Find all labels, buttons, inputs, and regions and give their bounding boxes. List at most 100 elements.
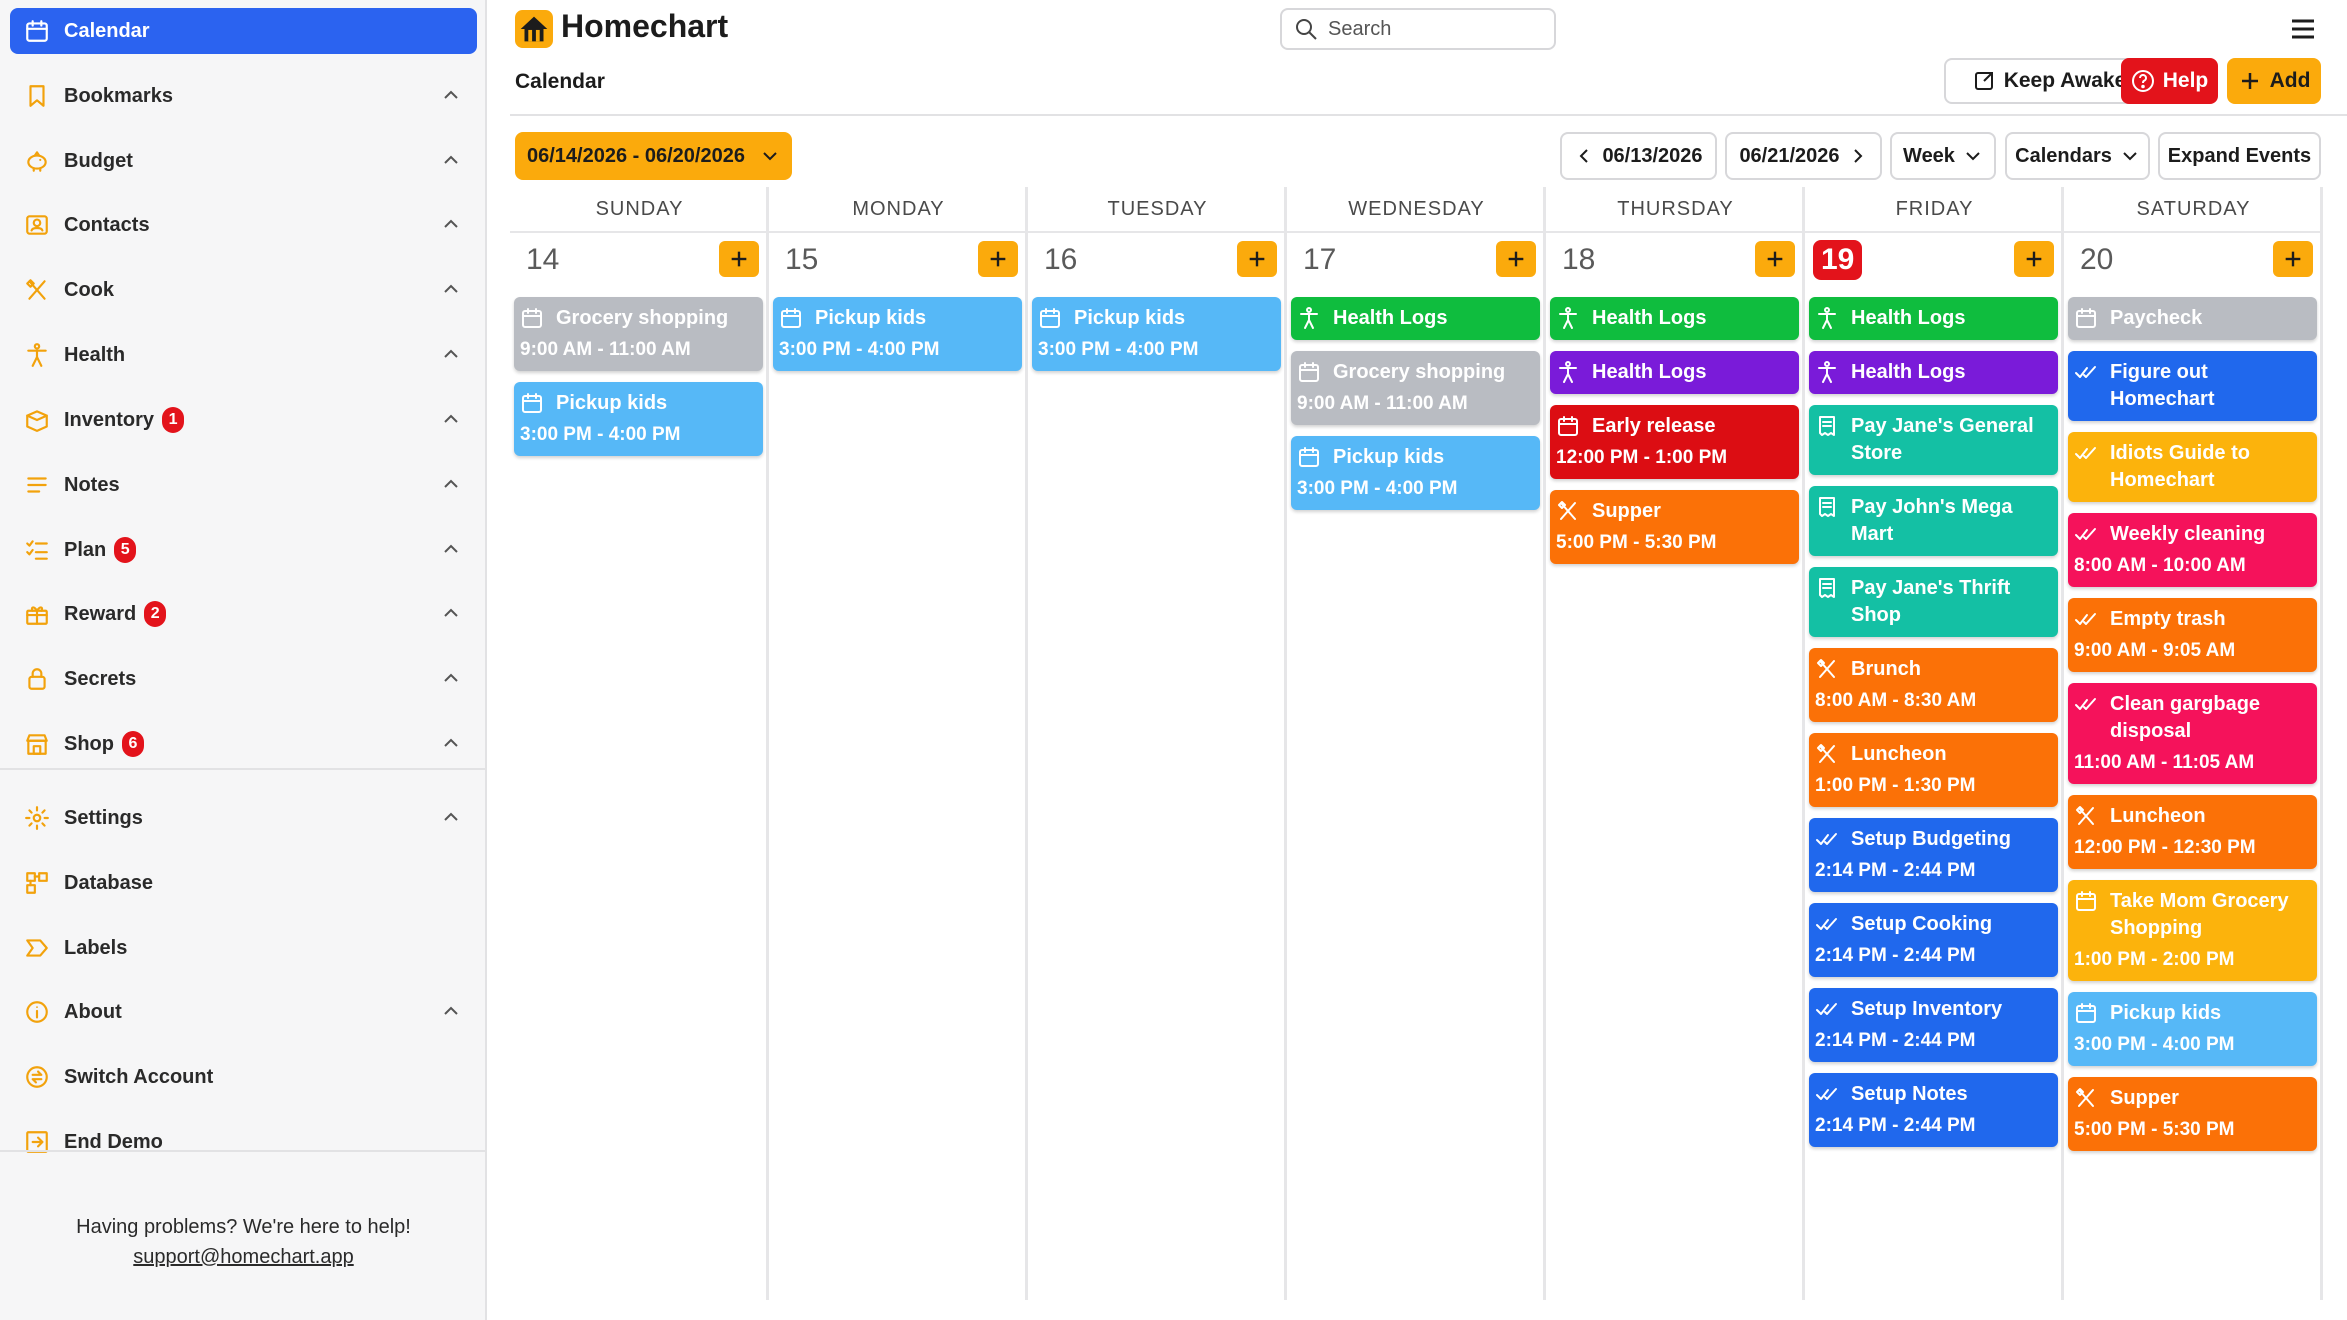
sidebar-item-database[interactable]: Database <box>10 860 477 906</box>
week-calendar-grid: SUNDAY 14 Grocery shopping 9:00 AM - 11:00 … <box>510 187 2327 1300</box>
sidebar-item-cook[interactable]: Cook <box>10 267 477 313</box>
sidebar-item-notes[interactable]: Notes <box>10 462 477 508</box>
add-event-button[interactable] <box>978 241 1018 277</box>
add-event-button[interactable] <box>719 241 759 277</box>
help-label: Help <box>2162 69 2209 92</box>
plus-icon <box>2285 251 2301 267</box>
sidebar-item-plan[interactable]: Plan 5 <box>10 527 477 573</box>
event-card[interactable]: Pay John's Mega Mart <box>1809 486 2058 556</box>
event-card[interactable]: Idiots Guide to Homechart <box>2068 432 2317 502</box>
sidebar-item-labels[interactable]: Labels <box>10 925 477 971</box>
add-event-button[interactable] <box>2273 241 2313 277</box>
sidebar-item-reward[interactable]: Reward 2 <box>10 591 477 637</box>
date-number[interactable]: 18 <box>1562 240 1595 280</box>
event-card[interactable]: Take Mom Grocery Shopping 1:00 PM - 2:00 … <box>2068 880 2317 981</box>
sidebar-item-calendar[interactable]: Calendar <box>10 8 477 54</box>
event-card[interactable]: Health Logs <box>1550 351 1799 394</box>
add-event-button[interactable] <box>2014 241 2054 277</box>
add-event-button[interactable] <box>1237 241 1277 277</box>
chevron-up-icon[interactable] <box>439 666 463 690</box>
chevron-up-icon[interactable] <box>439 83 463 107</box>
sidebar-item-health[interactable]: Health <box>10 332 477 378</box>
expand-events-button[interactable]: Expand Events <box>2158 132 2321 180</box>
search-input[interactable]: Search <box>1280 8 1556 50</box>
plus-icon <box>1767 251 1783 267</box>
event-card[interactable]: Health Logs <box>1291 297 1540 340</box>
event-card[interactable]: Health Logs <box>1809 297 2058 340</box>
previous-week-button[interactable]: 06/13/2026 <box>1560 132 1717 180</box>
sidebar-item-shop[interactable]: Shop 6 <box>10 721 477 767</box>
checkmarks-icon <box>2074 360 2100 386</box>
chevron-up-icon[interactable] <box>439 999 463 1023</box>
date-number[interactable]: 17 <box>1303 240 1336 280</box>
event-card[interactable]: Pickup kids 3:00 PM - 4:00 PM <box>773 297 1022 371</box>
sidebar-item-bookmarks[interactable]: Bookmarks <box>10 73 477 119</box>
event-card[interactable]: Setup Cooking 2:14 PM - 2:44 PM <box>1809 903 2058 977</box>
sidebar-item-end-demo[interactable]: End Demo <box>10 1119 477 1165</box>
event-card[interactable]: Pickup kids 3:00 PM - 4:00 PM <box>1032 297 1281 371</box>
day-column-sunday: SUNDAY 14 Grocery shopping 9:00 AM - 11:00 … <box>510 187 769 1300</box>
sidebar-item-budget[interactable]: Budget <box>10 138 477 184</box>
date-number[interactable]: 20 <box>2080 240 2113 280</box>
event-card[interactable]: Empty trash 9:00 AM - 9:05 AM <box>2068 598 2317 672</box>
event-card[interactable]: Grocery shopping 9:00 AM - 11:00 AM <box>514 297 763 371</box>
add-event-button[interactable] <box>1755 241 1795 277</box>
view-select[interactable]: Week <box>1890 132 1996 180</box>
event-card[interactable]: Weekly cleaning 8:00 AM - 10:00 AM <box>2068 513 2317 587</box>
event-card[interactable]: Setup Notes 2:14 PM - 2:44 PM <box>1809 1073 2058 1147</box>
chevron-up-icon[interactable] <box>439 805 463 829</box>
date-number[interactable]: 14 <box>526 240 559 280</box>
event-card[interactable]: Supper 5:00 PM - 5:30 PM <box>2068 1077 2317 1151</box>
chevron-up-icon[interactable] <box>439 407 463 431</box>
event-card[interactable]: Setup Budgeting 2:14 PM - 2:44 PM <box>1809 818 2058 892</box>
date-number[interactable]: 16 <box>1044 240 1077 280</box>
event-card[interactable]: Paycheck <box>2068 297 2317 340</box>
chevron-up-icon[interactable] <box>439 601 463 625</box>
event-card[interactable]: Setup Inventory 2:14 PM - 2:44 PM <box>1809 988 2058 1062</box>
event-card[interactable]: Health Logs <box>1809 351 2058 394</box>
event-card[interactable]: Pay Jane's General Store <box>1809 405 2058 475</box>
sidebar-item-about[interactable]: About <box>10 989 477 1035</box>
chevron-up-icon[interactable] <box>439 537 463 561</box>
event-card[interactable]: Figure out Homechart <box>2068 351 2317 421</box>
sidebar-item-secrets[interactable]: Secrets <box>10 656 477 702</box>
event-card[interactable]: Pay Jane's Thrift Shop <box>1809 567 2058 637</box>
event-title: Early release <box>1592 415 1716 437</box>
sidebar-item-contacts[interactable]: Contacts <box>10 202 477 248</box>
chevron-up-icon[interactable] <box>439 342 463 366</box>
help-button[interactable]: Help <box>2121 58 2218 104</box>
sidebar-item-label: Switch Account <box>64 1065 214 1088</box>
event-card[interactable]: Pickup kids 3:00 PM - 4:00 PM <box>1291 436 1540 510</box>
event-card[interactable]: Pickup kids 3:00 PM - 4:00 PM <box>514 382 763 456</box>
add-button[interactable]: Add <box>2227 58 2321 104</box>
event-card[interactable]: Luncheon 12:00 PM - 12:30 PM <box>2068 795 2317 869</box>
exit-icon <box>22 1127 52 1157</box>
date-range-select[interactable]: 06/14/2026 - 06/20/2026 <box>515 132 792 180</box>
event-card[interactable]: Pickup kids 3:00 PM - 4:00 PM <box>2068 992 2317 1066</box>
house-icon[interactable] <box>515 10 553 48</box>
hamburger-menu-icon[interactable] <box>2288 14 2318 44</box>
event-card[interactable]: Luncheon 1:00 PM - 1:30 PM <box>1809 733 2058 807</box>
chevron-up-icon[interactable] <box>439 148 463 172</box>
event-card[interactable]: Supper 5:00 PM - 5:30 PM <box>1550 490 1799 564</box>
chevron-up-icon[interactable] <box>439 472 463 496</box>
event-card[interactable]: Grocery shopping 9:00 AM - 11:00 AM <box>1291 351 1540 425</box>
date-number[interactable]: 15 <box>785 240 818 280</box>
calendars-select[interactable]: Calendars <box>2005 132 2150 180</box>
event-card[interactable]: Health Logs <box>1550 297 1799 340</box>
event-card[interactable]: Clean gargbage disposal 11:00 AM - 11:05 … <box>2068 683 2317 784</box>
today-date-number[interactable]: 19 <box>1813 240 1863 280</box>
next-week-button[interactable]: 06/21/2026 <box>1725 132 1882 180</box>
chevron-up-icon[interactable] <box>439 277 463 301</box>
add-event-button[interactable] <box>1496 241 1536 277</box>
chevron-up-icon[interactable] <box>439 212 463 236</box>
support-email-link[interactable]: support@homechart.app <box>0 1246 487 1269</box>
count-badge: 6 <box>122 731 144 757</box>
sidebar-item-switch-account[interactable]: Switch Account <box>10 1054 477 1100</box>
checkmarks-icon <box>1815 997 1841 1023</box>
event-card[interactable]: Brunch 8:00 AM - 8:30 AM <box>1809 648 2058 722</box>
chevron-up-icon[interactable] <box>439 731 463 755</box>
sidebar-item-settings[interactable]: Settings <box>10 795 477 841</box>
event-card[interactable]: Early release 12:00 PM - 1:00 PM <box>1550 405 1799 479</box>
sidebar-item-inventory[interactable]: Inventory 1 <box>10 397 477 443</box>
